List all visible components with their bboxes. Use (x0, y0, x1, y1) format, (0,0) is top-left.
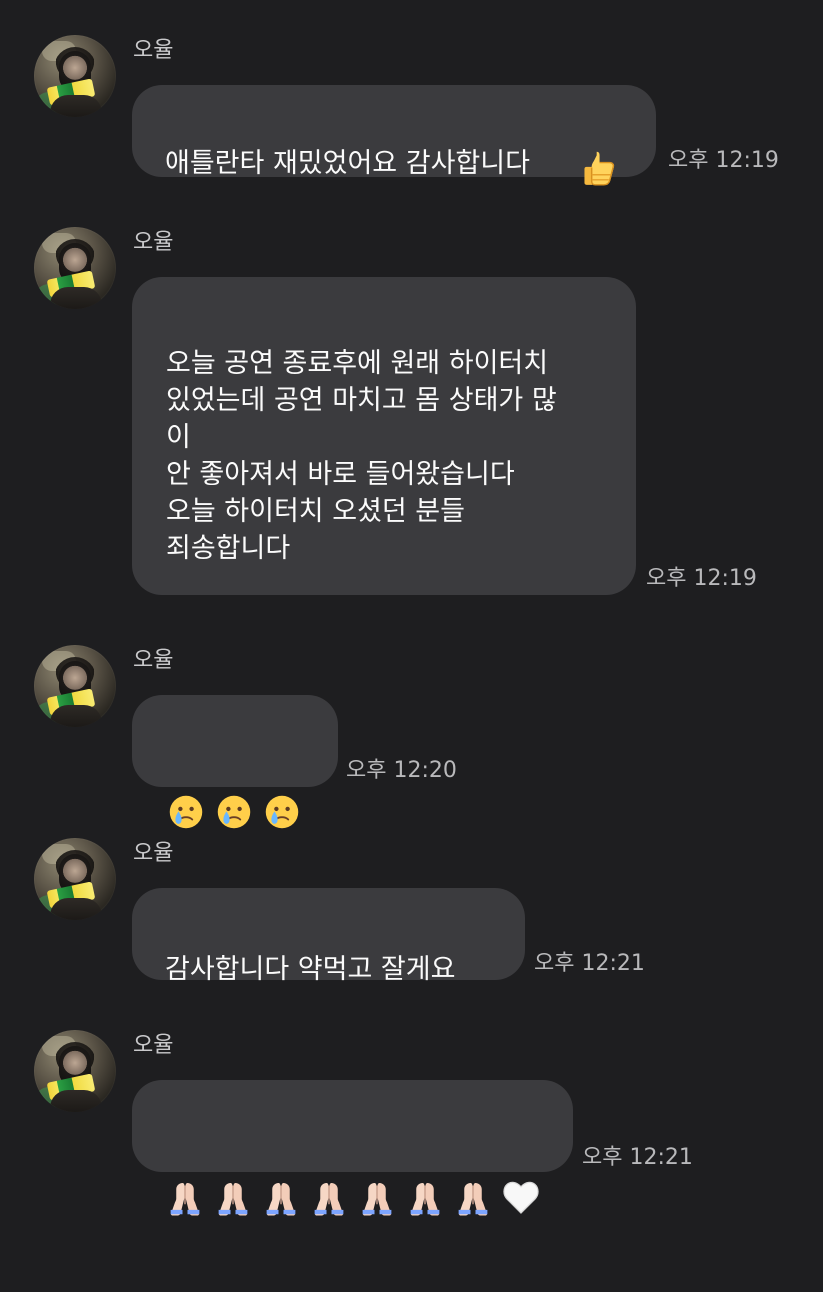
sender-name: 오율 (133, 841, 174, 866)
sender-name: 오율 (133, 38, 174, 63)
folded-hands-icon (213, 1141, 253, 1255)
white-heart-icon (501, 1141, 541, 1255)
message-bubble[interactable]: 애틀란타 재밌었어요 감사합니다 (132, 85, 656, 186)
message-bubble[interactable]: 오늘 공연 종료후에 원래 하이터치 있었는데 공연 마치고 몸 상태가 많 이… (132, 277, 636, 595)
crying-face-icon (262, 755, 302, 869)
sender-avatar[interactable] (34, 1030, 116, 1112)
thumbs-up-icon (578, 109, 624, 186)
chat-thread: 오율 애틀란타 재밌었어요 감사합니다 오후 12:19 오율 오늘 공연 종료… (0, 0, 823, 1216)
timestamp: 오후 12:19 (668, 148, 779, 173)
sender-name: 오율 (133, 1033, 174, 1058)
sender-avatar[interactable] (34, 227, 116, 309)
crying-face-icon (214, 755, 254, 869)
emoji-row (166, 755, 304, 869)
sender-avatar[interactable] (34, 35, 116, 117)
folded-hands-icon (453, 1141, 493, 1255)
message-text: 애틀란타 재밌었어요 감사합니다 (165, 148, 530, 179)
timestamp: 오후 12:19 (646, 566, 757, 591)
folded-hands-icon (261, 1141, 301, 1255)
emoji-row (165, 1141, 540, 1255)
timestamp: 오후 12:21 (582, 1145, 693, 1170)
sender-avatar[interactable] (34, 645, 116, 727)
message-text: 감사합니다 약먹고 잘게요 (165, 954, 456, 985)
sender-name: 오율 (133, 648, 174, 673)
message-bubble[interactable] (132, 1080, 573, 1216)
folded-hands-icon (405, 1141, 445, 1255)
folded-hands-icon (165, 1141, 205, 1255)
sender-avatar[interactable] (34, 838, 116, 920)
message-bubble[interactable] (132, 695, 338, 829)
timestamp: 오후 12:20 (346, 758, 457, 783)
message-text: 오늘 공연 종료후에 원래 하이터치 있었는데 공연 마치고 몸 상태가 많 이… (166, 348, 557, 564)
folded-hands-icon (309, 1141, 349, 1255)
folded-hands-icon (357, 1141, 397, 1255)
sender-name: 오율 (133, 230, 174, 255)
message-bubble[interactable]: 감사합니다 약먹고 잘게요 (132, 888, 525, 985)
timestamp: 오후 12:21 (534, 951, 645, 976)
